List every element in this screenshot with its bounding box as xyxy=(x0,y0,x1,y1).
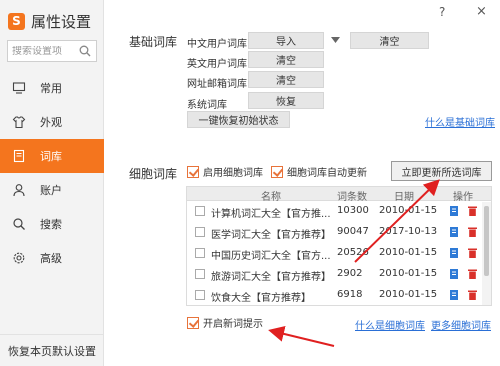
table-row: 中国历史词汇大全【官方... 20526 2010-01-15 xyxy=(187,243,491,264)
row-date: 2010-01-15 xyxy=(379,268,438,279)
cell-lexicon-table: 名称 词条数 日期 操作 计算机词汇大全【官方推... 10300 2010-0… xyxy=(186,186,492,306)
table-row: 计算机词汇大全【官方推... 10300 2010-01-15 xyxy=(187,201,491,222)
delete-icon[interactable] xyxy=(467,247,478,259)
sidebar: S 属性设置 常用 外观 词库 账户 搜索 xyxy=(0,0,104,366)
row-name: 饮食大全【官方推荐】 xyxy=(211,293,311,304)
restore-defaults-button[interactable]: 恢复本页默认设置 xyxy=(0,334,104,366)
sidebar-item-account[interactable]: 账户 xyxy=(0,173,104,207)
english-user-lexicon-label: 英文用户词库 xyxy=(187,59,247,70)
auto-update-label: 细胞词库自动更新 xyxy=(287,168,367,179)
import-button-label: 导入 xyxy=(276,37,296,48)
sidebar-item-label: 高级 xyxy=(40,252,62,265)
new-word-tip-checkbox[interactable] xyxy=(187,316,199,329)
chevron-down-icon[interactable] xyxy=(331,37,340,43)
edit-icon[interactable] xyxy=(449,289,460,301)
row-name: 医学词汇大全【官方推荐】 xyxy=(211,230,331,241)
edit-icon[interactable] xyxy=(449,226,460,238)
row-checkbox[interactable] xyxy=(195,290,205,300)
sogou-logo-icon: S xyxy=(8,12,25,30)
row-checkbox[interactable] xyxy=(195,227,205,237)
row-count: 2902 xyxy=(337,268,363,279)
restore-system-button[interactable]: 恢复 xyxy=(248,92,324,109)
delete-icon[interactable] xyxy=(467,289,478,301)
row-date: 2010-01-15 xyxy=(379,289,438,300)
sidebar-item-label: 词库 xyxy=(40,150,62,163)
book-icon xyxy=(13,149,25,163)
auto-update-option[interactable]: 细胞词库自动更新 xyxy=(271,164,367,179)
edit-icon[interactable] xyxy=(449,268,460,280)
new-word-tip-label: 开启新词提示 xyxy=(203,319,263,330)
help-button[interactable]: ? xyxy=(439,5,445,19)
update-selected-button[interactable]: 立即更新所选词库 xyxy=(391,161,492,181)
delete-icon[interactable] xyxy=(467,205,478,217)
system-lexicon-label: 系统词库 xyxy=(187,100,227,111)
enable-cell-lexicon-label: 启用细胞词库 xyxy=(203,168,263,179)
shirt-icon xyxy=(12,116,26,129)
row-date: 2010-01-15 xyxy=(379,205,438,216)
table-row: 医学词汇大全【官方推荐】 90047 2017-10-13 xyxy=(187,222,491,243)
enable-cell-lexicon-checkbox[interactable] xyxy=(187,165,199,178)
user-icon xyxy=(13,184,25,197)
clear-chinese-button[interactable]: 清空 xyxy=(350,32,429,49)
enable-cell-lexicon-option[interactable]: 启用细胞词库 xyxy=(187,164,263,179)
sidebar-item-advanced[interactable]: 高级 xyxy=(0,241,104,275)
row-date: 2010-01-15 xyxy=(379,247,438,258)
clear-url-email-button[interactable]: 清空 xyxy=(248,71,324,88)
table-scrollbar[interactable] xyxy=(482,202,491,305)
row-date: 2017-10-13 xyxy=(379,226,438,237)
row-name: 计算机词汇大全【官方推... xyxy=(211,209,331,220)
table-row: 饮食大全【官方推荐】 6918 2010-01-15 xyxy=(187,285,491,305)
row-count: 90047 xyxy=(337,226,369,237)
sidebar-item-label: 外观 xyxy=(40,116,62,129)
search-box[interactable] xyxy=(7,40,97,62)
sidebar-item-label: 常用 xyxy=(40,82,62,95)
clear-english-button[interactable]: 清空 xyxy=(248,51,324,68)
more-cell-lexicon-link[interactable]: 更多细胞词库 xyxy=(431,317,491,332)
sidebar-item-label: 账户 xyxy=(40,184,62,197)
what-is-cell-lexicon-link[interactable]: 什么是细胞词库 xyxy=(355,317,425,332)
chinese-user-lexicon-label: 中文用户词库 xyxy=(187,39,247,50)
delete-icon[interactable] xyxy=(467,226,478,238)
scrollbar-thumb[interactable] xyxy=(484,206,489,276)
reset-initial-button[interactable]: 一键恢复初始状态 xyxy=(187,111,290,128)
app-title: 属性设置 xyxy=(31,12,92,31)
sidebar-item-search[interactable]: 搜索 xyxy=(0,207,104,241)
search-icon[interactable] xyxy=(79,45,91,57)
gear-icon xyxy=(13,252,25,264)
what-is-basic-lexicon-link[interactable]: 什么是基础词库 xyxy=(425,114,495,129)
edit-icon[interactable] xyxy=(449,205,460,217)
close-button[interactable]: × xyxy=(476,4,487,19)
new-word-tip-option[interactable]: 开启新词提示 xyxy=(187,315,263,330)
table-row: 旅游词汇大全【官方推荐】 2902 2010-01-15 xyxy=(187,264,491,285)
sidebar-nav: 常用 外观 词库 账户 搜索 高级 xyxy=(0,71,104,275)
import-button[interactable]: 导入 xyxy=(248,32,324,49)
monitor-icon xyxy=(12,82,26,94)
basic-lexicon-title: 基础词库 xyxy=(129,35,178,49)
arrow-to-new-word-tip xyxy=(268,326,335,347)
search-input[interactable] xyxy=(12,45,80,57)
row-count: 10300 xyxy=(337,205,369,216)
url-email-lexicon-label: 网址邮箱词库 xyxy=(187,79,247,90)
edit-icon[interactable] xyxy=(449,247,460,259)
sidebar-item-label: 搜索 xyxy=(40,218,62,231)
delete-icon[interactable] xyxy=(467,268,478,280)
row-checkbox[interactable] xyxy=(195,248,205,258)
auto-update-checkbox[interactable] xyxy=(271,165,283,178)
sidebar-item-lexicon[interactable]: 词库 xyxy=(0,139,104,173)
row-checkbox[interactable] xyxy=(195,269,205,279)
row-name: 中国历史词汇大全【官方... xyxy=(211,251,331,262)
table-header: 名称 词条数 日期 操作 xyxy=(187,187,491,203)
row-count: 20526 xyxy=(337,247,369,258)
row-checkbox[interactable] xyxy=(195,206,205,216)
magnifier-icon xyxy=(13,218,25,230)
sidebar-item-appearance[interactable]: 外观 xyxy=(0,105,104,139)
cell-lexicon-title: 细胞词库 xyxy=(129,167,178,181)
row-count: 6918 xyxy=(337,289,363,300)
app-header: S 属性设置 xyxy=(8,10,91,32)
sidebar-item-common[interactable]: 常用 xyxy=(0,71,104,105)
row-name: 旅游词汇大全【官方推荐】 xyxy=(211,272,331,283)
